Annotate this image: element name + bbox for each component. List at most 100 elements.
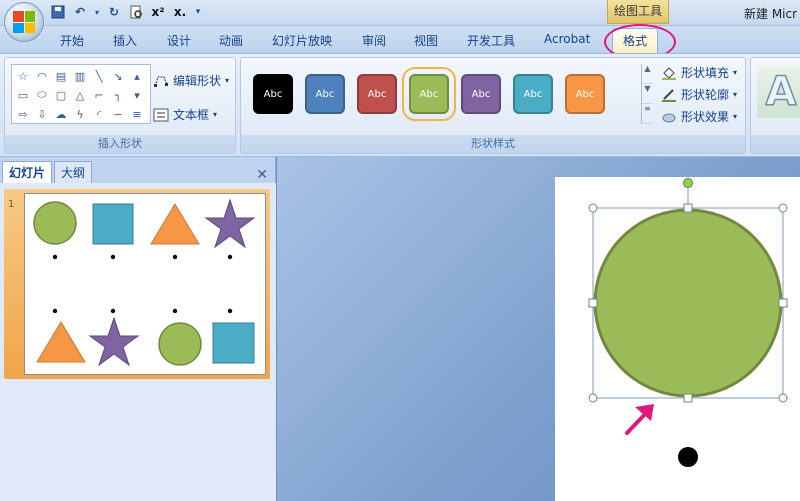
text-box-button[interactable]: 文本框 ▾ bbox=[153, 106, 217, 123]
style-swatch-blue[interactable]: Abc bbox=[305, 74, 345, 114]
elbow-connector-icon[interactable]: ⌐ bbox=[90, 86, 108, 104]
resize-handle-top[interactable] bbox=[683, 203, 693, 213]
tab-format[interactable]: 格式 bbox=[612, 28, 659, 54]
dropdown-arrow-icon: ▾ bbox=[225, 76, 230, 85]
black-dot-shape[interactable] bbox=[678, 447, 698, 467]
shape-outline-button[interactable]: 形状轮廓 ▾ bbox=[661, 86, 737, 103]
swatch-label: Abc bbox=[419, 88, 439, 100]
tab-slides[interactable]: 幻灯片 bbox=[2, 161, 53, 183]
rectangle-shape-icon[interactable]: ▭ bbox=[14, 86, 32, 104]
tab-acrobat[interactable]: Acrobat bbox=[544, 32, 590, 46]
ribbon: ☆ ◠ ▤ ▥ ╲ ↘ ▴ ▭ ⬭ ▢ △ ⌐ ┐ ▾ ⇨ ⇩ ☁ ϟ ◜ ∽ … bbox=[0, 53, 800, 157]
style-swatch-orange[interactable]: Abc bbox=[565, 74, 605, 114]
arrow-line-icon[interactable]: ↘ bbox=[109, 67, 127, 85]
tab-developer[interactable]: 开发工具 bbox=[467, 32, 515, 49]
vertical-textbox-icon[interactable]: ▥ bbox=[71, 67, 89, 85]
window-title: 新建 Micr bbox=[744, 7, 798, 21]
style-swatch-aqua[interactable]: Abc bbox=[513, 74, 553, 114]
edit-shape-button[interactable]: 编辑形状 ▾ bbox=[153, 72, 229, 89]
freeform-shape-icon[interactable]: ◠ bbox=[33, 67, 51, 85]
wordart-styles-group: A bbox=[750, 57, 800, 154]
paint-bucket-icon bbox=[662, 66, 676, 80]
style-swatch-purple[interactable]: Abc bbox=[461, 74, 501, 114]
shape-fill-label: 形状填充 bbox=[681, 66, 730, 80]
subscript-icon[interactable]: x. bbox=[172, 4, 188, 20]
tab-view[interactable]: 视图 bbox=[414, 32, 438, 49]
gallery-scroll-down-icon[interactable]: ▼ bbox=[642, 84, 653, 104]
wordart-preview[interactable]: A bbox=[757, 66, 800, 118]
swatch-label: Abc bbox=[367, 88, 387, 100]
save-icon[interactable] bbox=[50, 4, 66, 20]
star-shape-icon[interactable]: ☆ bbox=[14, 67, 32, 85]
shape-styles-group: Abc Abc Abc Abc Abc Abc Abc ▲ ▼ ≡ 形状填充 ▾… bbox=[240, 57, 746, 154]
tab-insert[interactable]: 插入 bbox=[113, 32, 137, 49]
tab-animations[interactable]: 动画 bbox=[219, 32, 243, 49]
dropdown-arrow-icon: ▾ bbox=[733, 68, 738, 77]
gallery-scroll-up-icon[interactable]: ▲ bbox=[642, 64, 653, 84]
customize-qat-icon[interactable]: ▾ bbox=[194, 4, 202, 20]
elbow-arrow-icon[interactable]: ┐ bbox=[109, 86, 127, 104]
selected-green-circle[interactable] bbox=[593, 208, 783, 398]
shape-fill-button[interactable]: 形状填充 ▾ bbox=[661, 64, 737, 81]
office-logo-icon bbox=[13, 11, 35, 33]
undo-icon[interactable]: ↶ bbox=[72, 4, 88, 20]
resize-handle-bottom-right[interactable] bbox=[778, 393, 788, 403]
wordart-group-label bbox=[751, 135, 800, 153]
office-button[interactable] bbox=[4, 2, 44, 42]
shape-outline-label: 形状轮廓 bbox=[681, 88, 730, 102]
edit-shape-label: 编辑形状 bbox=[173, 74, 222, 88]
tab-outline[interactable]: 大纲 bbox=[54, 161, 93, 183]
line-shape-icon[interactable]: ╲ bbox=[90, 67, 108, 85]
right-arrow-shape-icon[interactable]: ⇨ bbox=[14, 105, 32, 123]
style-swatch-green-selected[interactable]: Abc bbox=[402, 67, 456, 121]
curve-shape-icon[interactable]: ∽ bbox=[109, 105, 127, 123]
print-preview-icon[interactable] bbox=[128, 4, 144, 20]
textbox-shape-icon[interactable]: ▤ bbox=[52, 67, 70, 85]
resize-handle-top-left[interactable] bbox=[588, 203, 598, 213]
style-swatch-black[interactable]: Abc bbox=[253, 74, 293, 114]
swatch-label: Abc bbox=[523, 88, 543, 100]
resize-handle-bottom-left[interactable] bbox=[588, 393, 598, 403]
shape-styles-group-label: 形状样式 bbox=[241, 135, 745, 153]
redo-icon[interactable]: ↻ bbox=[106, 4, 122, 20]
shape-effects-icon bbox=[662, 113, 676, 122]
pen-outline-icon bbox=[662, 88, 676, 102]
tab-review[interactable]: 审阅 bbox=[362, 32, 386, 49]
down-arrow-shape-icon[interactable]: ⇩ bbox=[33, 105, 51, 123]
close-pane-icon[interactable]: ✕ bbox=[256, 167, 268, 183]
rotation-handle[interactable] bbox=[683, 178, 693, 188]
undo-dropdown-icon[interactable]: ▾ bbox=[94, 4, 100, 20]
shape-style-gallery: Abc Abc Abc Abc Abc Abc Abc bbox=[247, 64, 639, 124]
arc-shape-icon[interactable]: ◜ bbox=[90, 105, 108, 123]
shape-effects-button[interactable]: 形状效果 ▾ bbox=[661, 108, 737, 125]
gallery-more-icon[interactable]: ≡ bbox=[128, 105, 146, 123]
curly-connector-icon[interactable]: ϟ bbox=[71, 105, 89, 123]
pane-tabs: 幻灯片 大纲 ✕ bbox=[0, 161, 276, 183]
annotation-arrow-icon bbox=[625, 404, 654, 435]
resize-handle-top-right[interactable] bbox=[778, 203, 788, 213]
tab-home[interactable]: 开始 bbox=[60, 32, 84, 49]
slide-thumbnail-1[interactable] bbox=[24, 193, 266, 375]
gallery-up-icon[interactable]: ▴ bbox=[128, 67, 146, 85]
swatch-label: Abc bbox=[471, 88, 491, 100]
resize-handle-left[interactable] bbox=[588, 298, 598, 308]
slides-pane: 幻灯片 大纲 ✕ 1 bbox=[0, 157, 276, 501]
oval-shape-icon[interactable]: ⬭ bbox=[33, 86, 51, 104]
style-gallery-scroll[interactable]: ▲ ▼ ≡ bbox=[641, 64, 653, 124]
resize-handle-bottom[interactable] bbox=[683, 393, 693, 403]
shape-gallery[interactable]: ☆ ◠ ▤ ▥ ╲ ↘ ▴ ▭ ⬭ ▢ △ ⌐ ┐ ▾ ⇨ ⇩ ☁ ϟ ◜ ∽ … bbox=[11, 64, 151, 124]
resize-handle-right[interactable] bbox=[778, 298, 788, 308]
gallery-down-icon[interactable]: ▾ bbox=[128, 86, 146, 104]
triangle-shape-icon[interactable]: △ bbox=[71, 86, 89, 104]
slide-editor-area bbox=[277, 157, 800, 501]
dropdown-arrow-icon: ▾ bbox=[733, 112, 738, 121]
tab-slideshow[interactable]: 幻灯片放映 bbox=[272, 32, 332, 49]
tab-design[interactable]: 设计 bbox=[167, 32, 191, 49]
gallery-expand-icon[interactable]: ≡ bbox=[642, 104, 653, 124]
superscript-icon[interactable]: x² bbox=[150, 4, 166, 20]
textbox-icon bbox=[153, 108, 169, 121]
quick-access-toolbar: ↶ ▾ ↻ x² x. ▾ bbox=[50, 4, 202, 20]
style-swatch-red[interactable]: Abc bbox=[357, 74, 397, 114]
callout-shape-icon[interactable]: ☁ bbox=[52, 105, 70, 123]
rounded-rect-shape-icon[interactable]: ▢ bbox=[52, 86, 70, 104]
